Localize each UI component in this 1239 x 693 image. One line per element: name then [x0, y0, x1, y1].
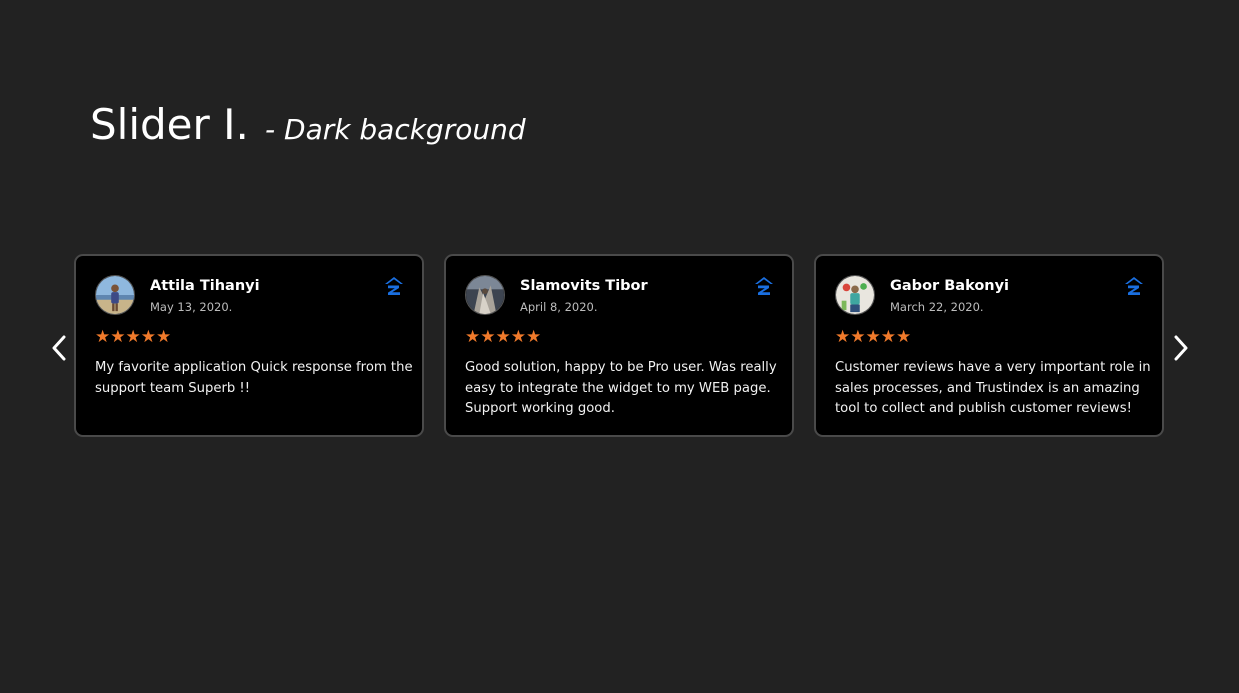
avatar [465, 275, 505, 315]
review-text: Good solution, happy to be Pro user. Was… [465, 360, 777, 416]
review-text: Customer reviews have a very important r… [835, 360, 1151, 416]
review-date: March 22, 2020. [890, 300, 984, 314]
chevron-right-icon [1174, 335, 1188, 361]
page-title: Slider I. - Dark background [90, 104, 526, 146]
page-title-subtitle: - Dark background [265, 113, 526, 146]
review-date: April 8, 2020. [520, 300, 598, 314]
zillow-icon [1125, 277, 1143, 295]
zillow-icon [385, 277, 403, 295]
review-date: May 13, 2020. [150, 300, 233, 314]
star-rating: ★★★★★ [95, 327, 172, 347]
avatar [95, 275, 135, 315]
review-text: My favorite application Quick response f… [95, 360, 413, 396]
star-rating: ★★★★★ [465, 327, 542, 347]
star-rating: ★★★★★ [835, 327, 912, 347]
zillow-icon [755, 277, 773, 295]
slider-prev-button[interactable] [46, 330, 72, 366]
page-title-main: Slider I. [90, 100, 249, 149]
page: Slider I. - Dark background Attila Tihan… [0, 0, 1239, 693]
avatar [835, 275, 875, 315]
review-card: Attila Tihanyi May 13, 2020. ★★★★★ My fa… [74, 254, 424, 437]
review-card: Slamovits Tibor April 8, 2020. ★★★★★ Goo… [444, 254, 794, 437]
reviewer-name: Gabor Bakonyi [890, 278, 1010, 294]
chevron-left-icon [52, 335, 66, 361]
reviewer-name: Attila Tihanyi [150, 278, 260, 294]
review-card: Gabor Bakonyi March 22, 2020. ★★★★★ Cust… [814, 254, 1164, 437]
reviewer-name: Slamovits Tibor [520, 278, 648, 294]
slider-next-button[interactable] [1168, 330, 1194, 366]
